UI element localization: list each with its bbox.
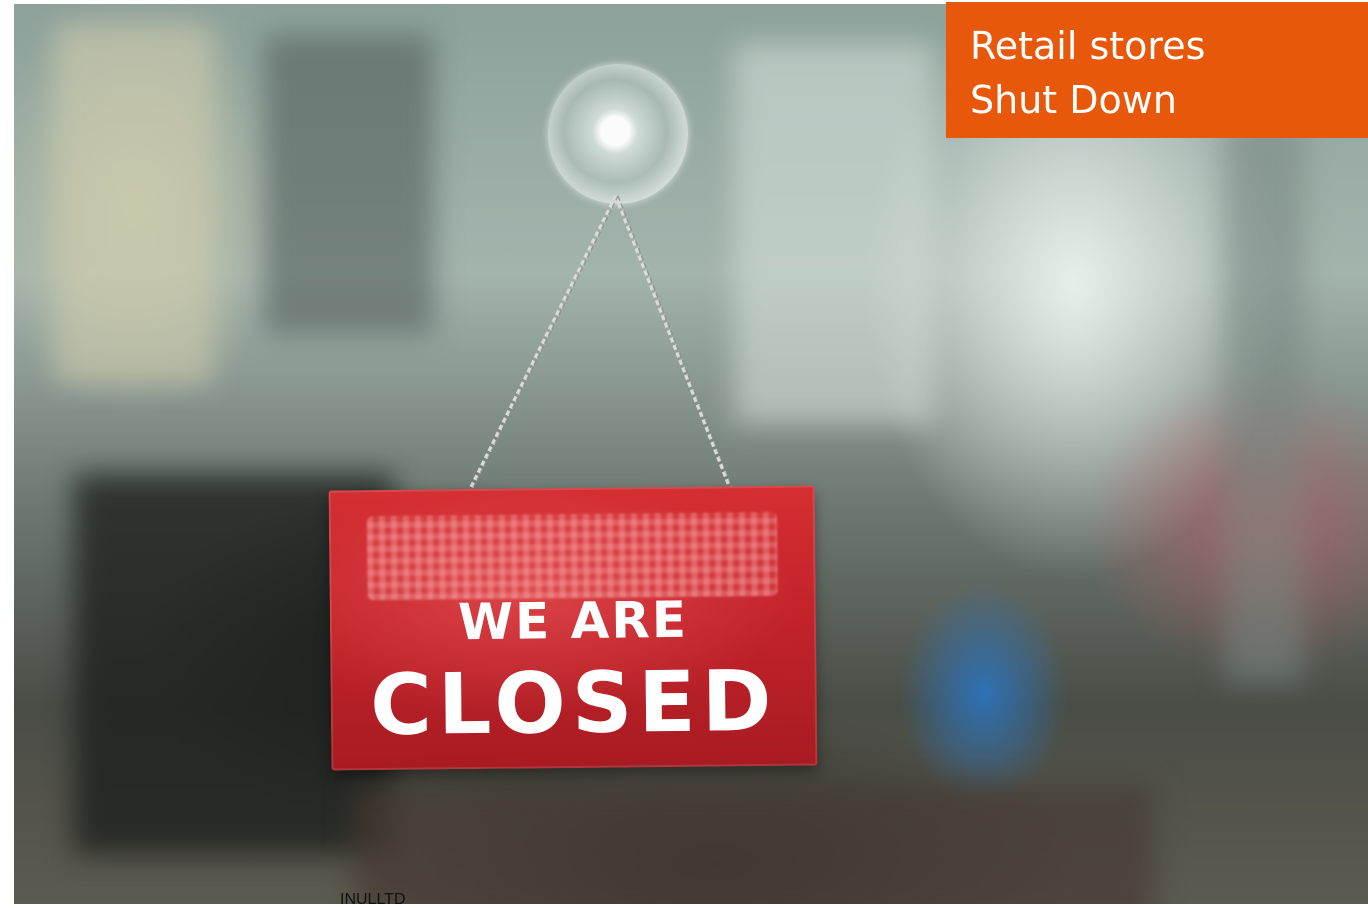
headline-line-1: Retail stores: [970, 24, 1206, 68]
headline-line-2: Shut Down: [970, 78, 1177, 122]
sign-faded-text: [366, 511, 778, 601]
image-credit: INULLTD: [340, 891, 406, 908]
closed-sign: WE ARE CLOSED: [328, 485, 818, 771]
sign-text-closed: CLOSED: [369, 651, 778, 755]
sign-text-we-are: WE ARE: [457, 590, 689, 652]
headline-banner: Retail stores Shut Down: [946, 2, 1368, 138]
